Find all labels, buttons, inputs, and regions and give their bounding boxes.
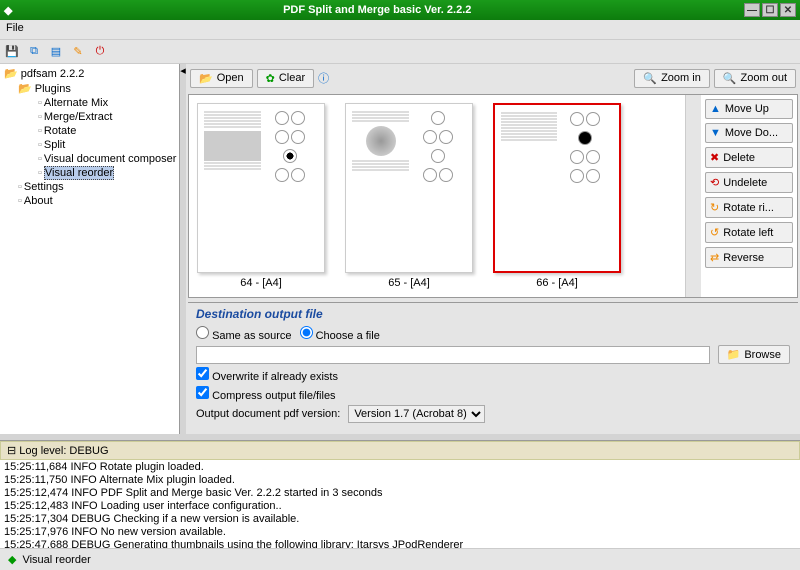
tree-item-rotate[interactable]: ▫Rotate bbox=[2, 124, 177, 138]
rotate-left-icon: ↺ bbox=[710, 226, 719, 239]
thumb-caption: 66 - [A4] bbox=[536, 277, 578, 289]
thumbs-row: 64 - [A4] 65 - [A4] 66 - [A4] ▲Move Up ▼… bbox=[188, 94, 798, 298]
undo-icon: ⟲ bbox=[710, 176, 719, 189]
menu-file[interactable]: File bbox=[6, 22, 24, 34]
tree-settings[interactable]: ▫Settings bbox=[2, 180, 177, 194]
close-button[interactable]: ✕ bbox=[780, 3, 796, 17]
status-bar: ◆ Visual reorder bbox=[0, 548, 800, 570]
folder-icon: 📁 bbox=[727, 348, 741, 361]
thumb-caption: 65 - [A4] bbox=[388, 277, 430, 289]
zoom-out-icon: 🔍 bbox=[723, 72, 737, 85]
move-up-button[interactable]: ▲Move Up bbox=[705, 99, 793, 119]
main-toolbar: 💾 ⧉ ▤ ✎ ⏻ bbox=[0, 40, 800, 64]
clear-icon[interactable]: ✎ bbox=[70, 44, 86, 60]
tree-plugins[interactable]: 📂 Plugins bbox=[2, 81, 177, 96]
log-line: 15:25:11,684 INFO Rotate plugin loaded. bbox=[4, 461, 796, 474]
radio-same-as-source[interactable]: Same as source bbox=[196, 326, 292, 342]
copy-icon[interactable]: ⧉ bbox=[26, 44, 42, 60]
move-down-button[interactable]: ▼Move Do... bbox=[705, 123, 793, 143]
rotate-right-button[interactable]: ↻Rotate ri... bbox=[705, 197, 793, 218]
content-toolbar: 📂Open ✿Clear ⓘ 🔍Zoom in 🔍Zoom out bbox=[186, 64, 800, 92]
app-icon: ◆ bbox=[4, 4, 12, 17]
tree-root[interactable]: 📂 pdfsam 2.2.2 bbox=[2, 66, 177, 81]
thumb-64[interactable]: 64 - [A4] bbox=[197, 103, 325, 289]
tree-item-visual-reorder[interactable]: ▫Visual reorder bbox=[2, 166, 177, 180]
zoom-in-button[interactable]: 🔍Zoom in bbox=[634, 69, 709, 88]
rotate-right-icon: ↻ bbox=[710, 201, 719, 214]
checkbox-overwrite[interactable]: Overwrite if already exists bbox=[196, 367, 338, 383]
tree-item-merge-extract[interactable]: ▫Merge/Extract bbox=[2, 110, 177, 124]
tree-about[interactable]: ▫About bbox=[2, 194, 177, 208]
log-line: 15:25:11,750 INFO Alternate Mix plugin l… bbox=[4, 474, 796, 487]
tree-item-visual-composer[interactable]: ▫Visual document composer bbox=[2, 152, 177, 166]
log-body: 15:25:11,684 INFO Rotate plugin loaded. … bbox=[0, 460, 800, 548]
arrow-down-icon: ▼ bbox=[710, 127, 721, 139]
title-bar: ◆ PDF Split and Merge basic Ver. 2.2.2 —… bbox=[0, 0, 800, 20]
side-buttons: ▲Move Up ▼Move Do... ✖Delete ⟲Undelete ↻… bbox=[701, 95, 797, 297]
thumb-65[interactable]: 65 - [A4] bbox=[345, 103, 473, 289]
folder-icon: 📂 bbox=[199, 72, 213, 85]
log-line: 15:25:12,474 INFO PDF Split and Merge ba… bbox=[4, 487, 796, 500]
status-text: Visual reorder bbox=[22, 554, 90, 566]
thumb-caption: 64 - [A4] bbox=[240, 277, 282, 289]
tree: 📂 pdfsam 2.2.2 📂 Plugins ▫Alternate Mix … bbox=[2, 66, 177, 208]
thumbs-area: 64 - [A4] 65 - [A4] 66 - [A4] bbox=[189, 95, 685, 297]
destination-panel: Destination output file Same as source C… bbox=[188, 302, 798, 432]
log-panel: ⊟ Log level: DEBUG 15:25:11,684 INFO Rot… bbox=[0, 440, 800, 548]
reverse-icon: ⇄ bbox=[710, 251, 719, 264]
clear-button[interactable]: ✿Clear bbox=[257, 69, 315, 88]
broom-icon: ✿ bbox=[266, 72, 275, 85]
checkbox-compress[interactable]: Compress output file/files bbox=[196, 386, 336, 402]
zoom-out-button[interactable]: 🔍Zoom out bbox=[714, 69, 796, 88]
tree-item-split[interactable]: ▫Split bbox=[2, 138, 177, 152]
delete-button[interactable]: ✖Delete bbox=[705, 147, 793, 168]
undelete-button[interactable]: ⟲Undelete bbox=[705, 172, 793, 193]
info-icon[interactable]: ⓘ bbox=[318, 70, 329, 86]
main-area: 📂 pdfsam 2.2.2 📂 Plugins ▫Alternate Mix … bbox=[0, 64, 800, 434]
log-header[interactable]: ⊟ Log level: DEBUG bbox=[0, 441, 800, 460]
rotate-left-button[interactable]: ↺Rotate left bbox=[705, 222, 793, 243]
open-button[interactable]: 📂Open bbox=[190, 69, 253, 88]
maximize-button[interactable]: ☐ bbox=[762, 3, 778, 17]
log-line: 15:25:17,976 INFO No new version availab… bbox=[4, 526, 796, 539]
radio-choose-file[interactable]: Choose a file bbox=[300, 326, 380, 342]
save-icon[interactable]: 💾 bbox=[4, 44, 20, 60]
arrow-up-icon: ▲ bbox=[710, 103, 721, 115]
reverse-button[interactable]: ⇄Reverse bbox=[705, 247, 793, 268]
log-line: 15:25:12,483 INFO Loading user interface… bbox=[4, 500, 796, 513]
version-label: Output document pdf version: bbox=[196, 408, 340, 420]
scrollbar[interactable] bbox=[685, 95, 701, 297]
thumb-66[interactable]: 66 - [A4] bbox=[493, 103, 621, 289]
window-title: PDF Split and Merge basic Ver. 2.2.2 bbox=[12, 4, 742, 16]
dest-legend: Destination output file bbox=[196, 307, 790, 323]
exit-icon[interactable]: ⏻ bbox=[92, 44, 108, 60]
browse-button[interactable]: 📁Browse bbox=[718, 345, 790, 364]
log-icon[interactable]: ▤ bbox=[48, 44, 64, 60]
zoom-in-icon: 🔍 bbox=[643, 72, 657, 85]
log-line: 15:25:17,304 DEBUG Checking if a new ver… bbox=[4, 513, 796, 526]
version-select[interactable]: Version 1.7 (Acrobat 8) bbox=[348, 405, 485, 423]
dest-path-input[interactable] bbox=[196, 346, 710, 364]
minimize-button[interactable]: — bbox=[744, 3, 760, 17]
x-icon: ✖ bbox=[710, 151, 719, 164]
log-line: 15:25:47,688 DEBUG Generating thumbnails… bbox=[4, 539, 796, 548]
sidebar: 📂 pdfsam 2.2.2 📂 Plugins ▫Alternate Mix … bbox=[0, 64, 180, 434]
content-panel: 📂Open ✿Clear ⓘ 🔍Zoom in 🔍Zoom out 64 - [… bbox=[186, 64, 800, 434]
tree-item-alternate-mix[interactable]: ▫Alternate Mix bbox=[2, 96, 177, 110]
menu-bar: File bbox=[0, 20, 800, 40]
status-icon: ◆ bbox=[8, 553, 16, 566]
